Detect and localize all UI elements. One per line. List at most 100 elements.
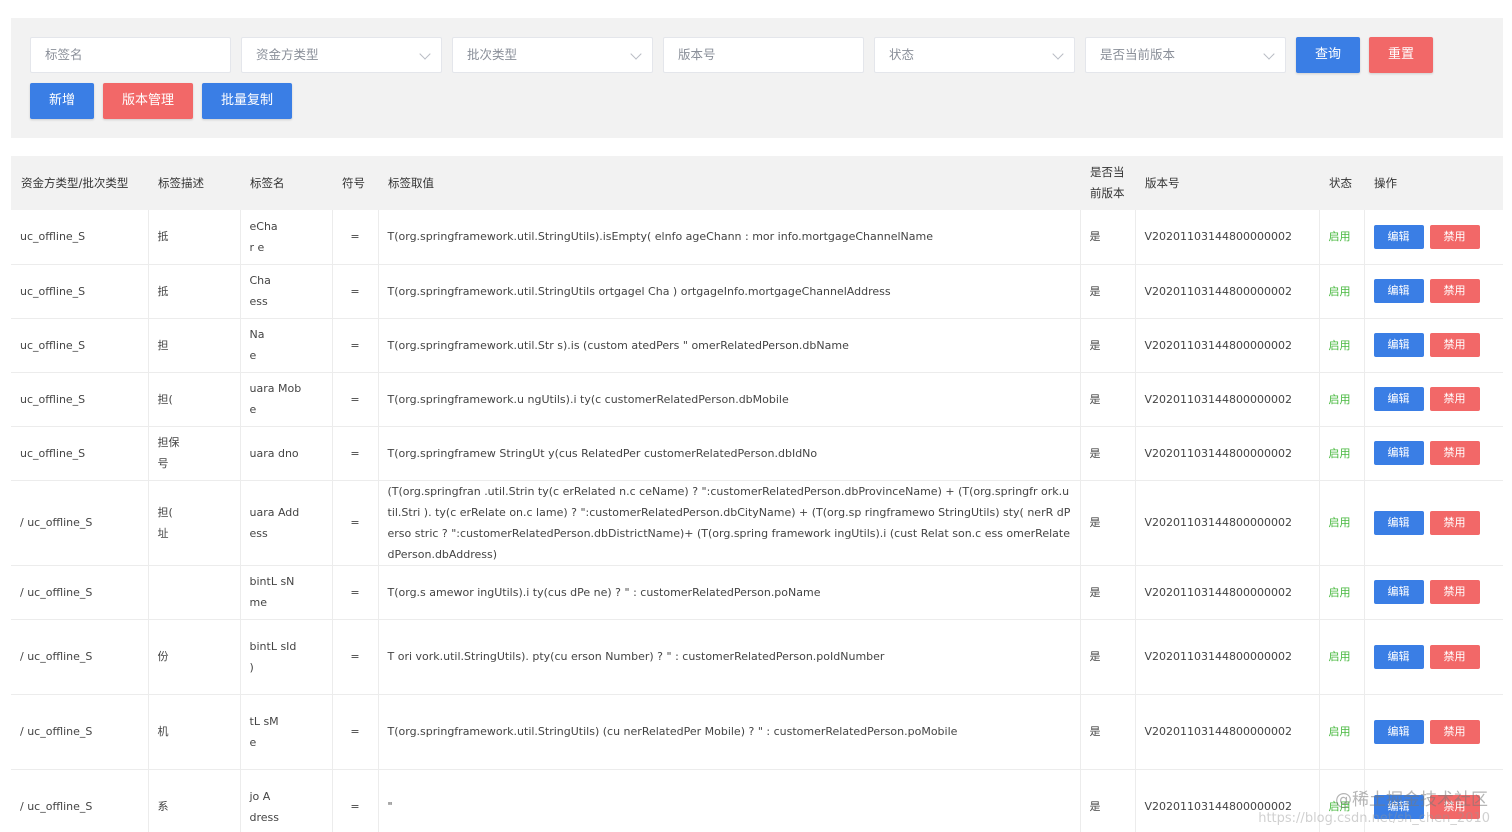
- cell-ops: 编辑 禁用: [1364, 318, 1503, 373]
- cell-status-text: 启用: [1328, 284, 1351, 298]
- edit-button[interactable]: 编辑: [1373, 333, 1424, 357]
- col-ops: 操作: [1364, 156, 1503, 210]
- cell-current-text: 是: [1089, 725, 1101, 738]
- is-current-select[interactable]: 是否当前版本: [1085, 37, 1286, 73]
- cell-status: 启用: [1319, 480, 1365, 566]
- cell-fund-batch: uc_offline_S: [11, 426, 149, 481]
- col-current: 是否当前版本: [1080, 156, 1135, 210]
- edit-button[interactable]: 编辑: [1373, 279, 1424, 303]
- cell-fund-batch: uc_offline_S: [11, 264, 149, 319]
- cell-name-text: uara dno: [249, 446, 299, 460]
- cell-name: Na e: [240, 318, 333, 373]
- cell-desc-text: 担: [157, 338, 169, 352]
- cell-current: 是: [1080, 210, 1136, 265]
- cell-status-text: 启用: [1328, 230, 1351, 244]
- disable-button[interactable]: 禁用: [1429, 224, 1480, 249]
- edit-button[interactable]: 编辑: [1373, 719, 1424, 744]
- cell-value-text: T(org.springframework.util.StringUtils o…: [387, 284, 891, 298]
- cell-current-text: 是: [1089, 800, 1101, 813]
- reset-button[interactable]: 重置: [1369, 37, 1433, 73]
- fund-type-placeholder: 资金方类型: [256, 47, 319, 62]
- edit-button[interactable]: 编辑: [1373, 510, 1424, 535]
- edit-button[interactable]: 编辑: [1373, 644, 1424, 669]
- cell-desc: 份: [148, 619, 241, 695]
- tag-name-input[interactable]: 标签名: [30, 37, 231, 73]
- is-current-placeholder: 是否当前版本: [1100, 47, 1176, 62]
- col-desc: 标签描述: [148, 156, 240, 210]
- col-symbol: 符号: [332, 156, 378, 210]
- cell-name-text: Na e: [249, 328, 265, 362]
- cell-value-text: T(org.springframework.u ngUtils).i ty(c …: [387, 392, 789, 406]
- disable-button[interactable]: 禁用: [1429, 441, 1480, 465]
- cell-name: uara dno: [240, 426, 333, 481]
- cell-version-text: V20201103144800000002: [1144, 650, 1293, 663]
- query-button[interactable]: 查询: [1296, 37, 1360, 73]
- col-value: 标签取值: [378, 156, 1080, 210]
- cell-current-text: 是: [1089, 338, 1101, 352]
- cell-desc-text: 担保 号: [157, 436, 180, 470]
- disable-button[interactable]: 禁用: [1429, 510, 1480, 535]
- edit-button[interactable]: 编辑: [1373, 387, 1424, 411]
- add-button[interactable]: 新增: [30, 83, 94, 119]
- cell-version-text: V20201103144800000002: [1144, 725, 1293, 738]
- col-status: 状态: [1319, 156, 1364, 210]
- cell-fund-batch: / uc_offline_S: [11, 769, 149, 832]
- cell-name: uara Add ess: [240, 480, 333, 566]
- cell-fund-batch-text: / uc_offline_S: [20, 585, 93, 599]
- cell-fund-batch: uc_offline_S: [11, 210, 149, 265]
- cell-symbol: =: [332, 372, 379, 427]
- disable-button[interactable]: 禁用: [1429, 333, 1480, 357]
- cell-status: 启用: [1319, 264, 1365, 319]
- cell-symbol-text: =: [350, 585, 360, 599]
- cell-status: 启用: [1319, 619, 1365, 695]
- cell-desc: 抵: [148, 264, 241, 319]
- cell-desc-text: 抵: [157, 284, 169, 298]
- edit-button[interactable]: 编辑: [1373, 580, 1424, 604]
- cell-fund-batch-text: uc_offline_S: [20, 392, 86, 406]
- cell-current: 是: [1080, 318, 1136, 373]
- version-no-input[interactable]: 版本号: [663, 37, 864, 73]
- status-select[interactable]: 状态: [874, 37, 1075, 73]
- chevron-down-icon: [630, 48, 642, 60]
- table-row: uc_offline_S 担(uara Mob e = T(org.springfra…: [11, 372, 1503, 427]
- version-manage-button[interactable]: 版本管理: [103, 83, 193, 119]
- cell-status: 启用: [1319, 210, 1365, 265]
- table-row: uc_offline_S 抵 eCha r e = T(org.springframew…: [11, 210, 1503, 265]
- cell-current: 是: [1080, 619, 1136, 695]
- disable-button[interactable]: 禁用: [1429, 719, 1480, 744]
- fund-type-select[interactable]: 资金方类型: [241, 37, 442, 73]
- disable-button[interactable]: 禁用: [1429, 580, 1480, 604]
- cell-status-text: 启用: [1328, 725, 1351, 738]
- disable-button[interactable]: 禁用: [1429, 387, 1480, 411]
- cell-desc-text: 担( 址: [157, 505, 173, 540]
- watermark-url: https://blog.csdn.net/sh_chen_2010: [1258, 811, 1490, 826]
- disable-button[interactable]: 禁用: [1429, 644, 1480, 669]
- cell-symbol: =: [332, 694, 379, 770]
- cell-value-text: T(org.s amewor ingUtils).i ty(cus dPe ne…: [387, 585, 821, 599]
- batch-type-select[interactable]: 批次类型: [452, 37, 653, 73]
- cell-ops: 编辑 禁用: [1364, 264, 1503, 319]
- table-header: 资金方类型/批次类型 标签描述 标签名 符号 标签取值 是否当前版本 版本号 状…: [11, 156, 1503, 210]
- edit-button[interactable]: 编辑: [1373, 441, 1424, 465]
- cell-value-text: (T(org.springfran .util.Strin ty(c erRel…: [387, 484, 1071, 561]
- cell-symbol-text: =: [350, 446, 360, 460]
- cell-fund-batch: / uc_offline_S: [11, 565, 149, 620]
- cell-desc-text: 机: [157, 725, 169, 738]
- cell-ops: 编辑 禁用: [1364, 619, 1503, 695]
- batch-copy-button[interactable]: 批量复制: [202, 83, 292, 119]
- edit-button[interactable]: 编辑: [1373, 224, 1424, 249]
- disable-button[interactable]: 禁用: [1429, 279, 1480, 303]
- cell-value-text: ": [387, 800, 393, 813]
- cell-fund-batch: / uc_offline_S: [11, 694, 149, 770]
- cell-version: V2020110314480000000​2: [1135, 210, 1320, 265]
- cell-fund-batch-text: / uc_offline_S: [20, 800, 93, 813]
- cell-symbol: =: [332, 565, 379, 620]
- cell-value-text: T(org.springframework.util.StringUtils).…: [387, 230, 933, 244]
- cell-desc-text: 系: [157, 800, 169, 813]
- cell-status: 启用: [1319, 565, 1365, 620]
- cell-symbol: =: [332, 480, 379, 566]
- cell-value: T(org.springframew StringUt y(cus Relate…: [378, 426, 1081, 481]
- cell-value: T(org.springframework.util.StringUtils o…: [378, 264, 1081, 319]
- cell-version: V20201103144800000002: [1135, 318, 1320, 373]
- cell-desc: 系: [148, 769, 241, 832]
